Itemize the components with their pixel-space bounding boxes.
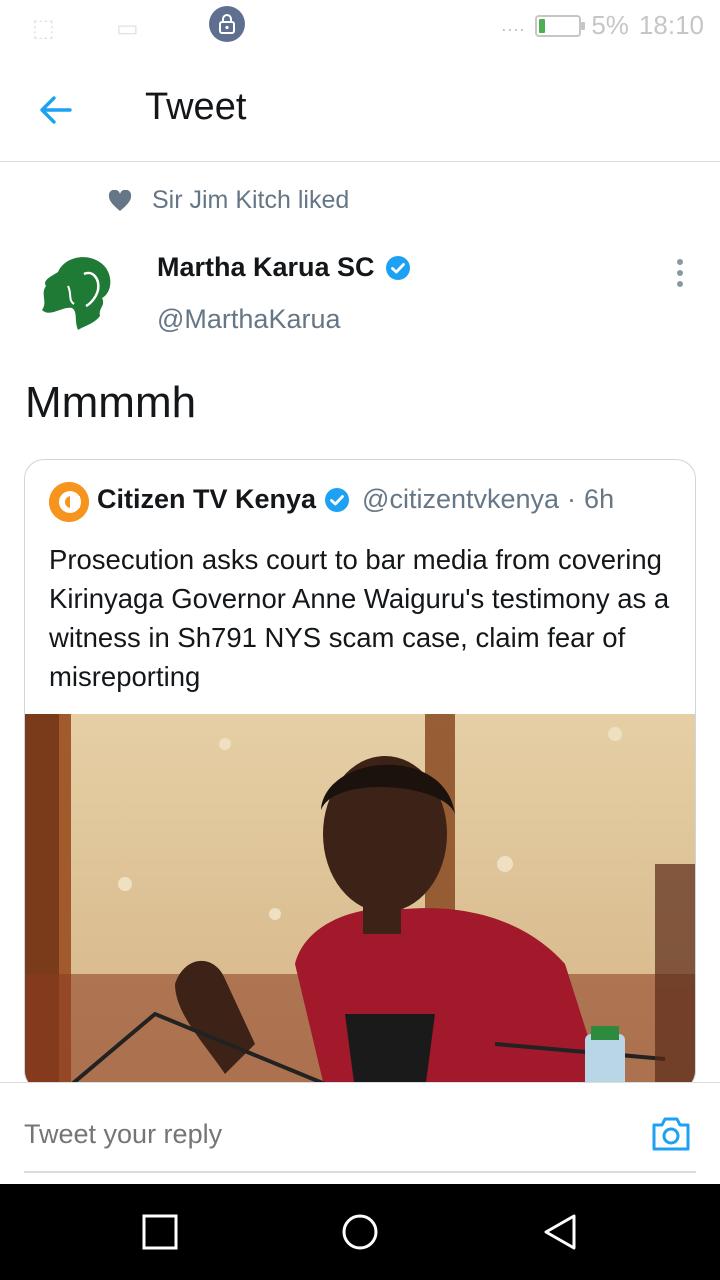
status-bar: ⬚ ▭ .... 5% 18:10	[0, 0, 720, 52]
author-name[interactable]: Martha Karua SC	[157, 252, 375, 283]
recents-icon[interactable]	[140, 1212, 180, 1252]
verified-badge-icon	[325, 487, 350, 512]
quoted-header: Citizen TV Kenya @citizentvkenya · 6h	[97, 484, 614, 515]
social-context: Sir Jim Kitch liked	[108, 186, 349, 215]
liked-by-text[interactable]: Sir Jim Kitch liked	[152, 186, 349, 215]
home-icon[interactable]	[340, 1212, 380, 1252]
quoted-tweet-card[interactable]: Citizen TV Kenya @citizentvkenya · 6h Pr…	[24, 459, 696, 1091]
image-icon: ▭	[116, 15, 139, 42]
battery-percent: 5%	[591, 10, 629, 40]
reply-underline	[24, 1171, 696, 1173]
quoted-author-name: Citizen TV Kenya	[97, 484, 317, 514]
app-bar: Tweet	[0, 56, 720, 162]
quoted-timestamp: 6h	[584, 484, 615, 514]
battery-icon	[535, 14, 586, 37]
author-name-row[interactable]: Martha Karua SC	[157, 252, 411, 283]
reply-input[interactable]	[24, 1119, 378, 1150]
notification-icon: ⬚	[32, 15, 55, 42]
lock-icon	[209, 6, 245, 42]
heart-icon	[108, 189, 132, 211]
signal-icon: ....	[501, 15, 526, 35]
page-title: Tweet	[145, 86, 247, 128]
quoted-tweet-text: Prosecution asks court to bar media from…	[49, 544, 670, 692]
system-nav-bar	[0, 1184, 720, 1280]
more-options-icon[interactable]	[668, 258, 692, 288]
battery-level	[539, 18, 546, 33]
tweet-text: Mmmmh	[25, 378, 197, 427]
camera-icon[interactable]	[650, 1113, 692, 1155]
back-icon[interactable]	[540, 1212, 580, 1252]
author-handle[interactable]: @MarthaKarua	[157, 304, 341, 335]
quoted-author-handle: @citizentvkenya	[362, 484, 560, 514]
clock: 18:10	[638, 10, 704, 40]
quoted-author-avatar	[49, 482, 89, 522]
quoted-tweet-photo[interactable]	[25, 714, 695, 1090]
back-arrow-icon[interactable]	[36, 90, 76, 130]
dot-separator: ·	[567, 484, 577, 514]
author-avatar[interactable]	[28, 246, 124, 342]
verified-badge-icon	[385, 255, 410, 280]
reply-bar	[0, 1082, 720, 1185]
